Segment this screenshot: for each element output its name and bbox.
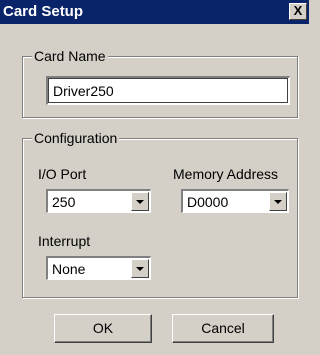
configuration-legend: Configuration: [32, 130, 120, 146]
close-icon: X: [293, 3, 303, 18]
memory-address-value: D0000: [187, 194, 229, 210]
interrupt-label: Interrupt: [38, 233, 91, 249]
chevron-down-icon[interactable]: [269, 192, 287, 211]
ok-button[interactable]: OK: [54, 314, 152, 343]
chevron-down-icon[interactable]: [131, 192, 149, 211]
memory-address-label: Memory Address: [173, 166, 279, 182]
chevron-down-icon[interactable]: [131, 259, 149, 278]
memory-address-select[interactable]: D0000: [181, 189, 289, 213]
close-button[interactable]: X: [289, 3, 307, 20]
io-port-value: 250: [52, 194, 76, 210]
card-name-input[interactable]: Driver250: [46, 76, 290, 105]
card-name-value: Driver250: [53, 83, 114, 99]
card-name-legend: Card Name: [32, 48, 108, 64]
interrupt-select[interactable]: None: [46, 256, 151, 280]
io-port-select[interactable]: 250: [46, 189, 151, 213]
io-port-label: I/O Port: [38, 166, 87, 182]
cancel-button[interactable]: Cancel: [172, 314, 274, 343]
window-title: Card Setup: [3, 3, 84, 20]
title-bar[interactable]: Card Setup X: [0, 0, 309, 24]
interrupt-value: None: [52, 261, 86, 277]
